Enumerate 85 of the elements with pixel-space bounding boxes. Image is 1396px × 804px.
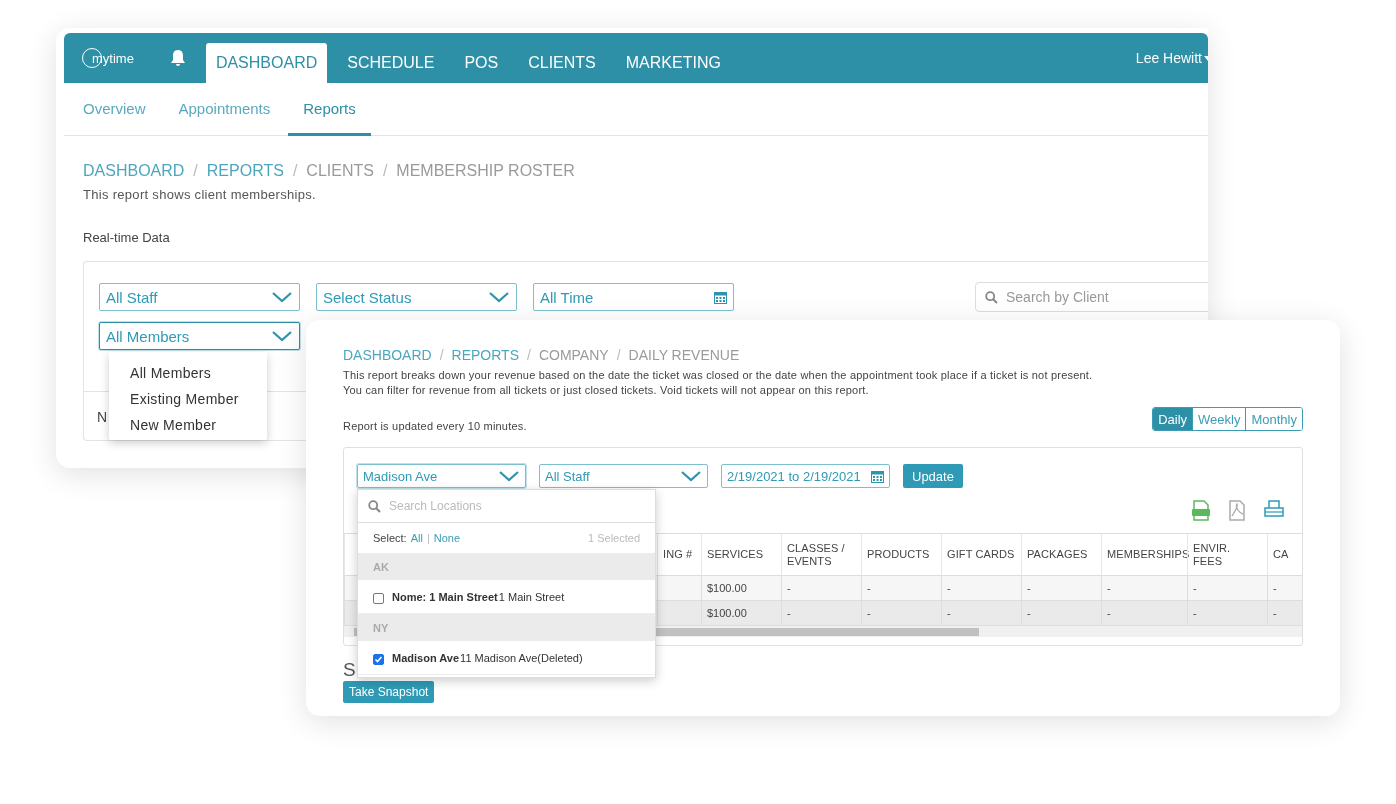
- nav-tab[interactable]: DASHBOARD: [205, 43, 328, 83]
- nav-tab[interactable]: MARKETING: [615, 43, 731, 83]
- member-dropdown[interactable]: All Members: [99, 322, 300, 350]
- selected-count: 1 Selected: [588, 532, 640, 544]
- breadcrumb-separator: /: [439, 347, 444, 363]
- period-toggle-button[interactable]: Daily: [1153, 408, 1193, 430]
- breadcrumb-item: COMPANY: [538, 347, 609, 363]
- date-range-field[interactable]: 2/19/2021 to 2/19/2021: [721, 464, 890, 488]
- search-icon: [368, 500, 381, 513]
- dropdown-option[interactable]: Existing Member: [109, 386, 267, 412]
- report-description: This report shows client memberships.: [83, 187, 317, 202]
- table-cell: -: [1101, 601, 1187, 626]
- table-cell: $100.00: [701, 576, 781, 601]
- nav-tab[interactable]: CLIENTS: [518, 43, 606, 83]
- breadcrumb-separator: /: [292, 161, 298, 181]
- bell-icon[interactable]: [169, 49, 186, 67]
- sub-tab[interactable]: Overview: [68, 83, 161, 136]
- table-cell: -: [861, 601, 941, 626]
- nav-tab[interactable]: SCHEDULE: [337, 43, 445, 83]
- chevron-down-icon: [680, 470, 702, 482]
- chevron-down-icon: [271, 291, 293, 303]
- table-cell: -: [1187, 601, 1267, 626]
- report-description: This report breaks down your revenue based on the date the ticket was closed or the date when the appointment took place if a ticket is not present. You can filter for revenue from all tickets or just closed tickets. Void tickets will not appear on this report.: [343, 368, 1093, 398]
- update-button[interactable]: Update: [903, 464, 963, 488]
- location-dropdown[interactable]: Madison Ave: [357, 464, 526, 488]
- breadcrumb-item: MEMBERSHIP ROSTER: [396, 161, 575, 181]
- breadcrumb-separator: /: [616, 347, 621, 363]
- filter-dropdown[interactable]: All Staff: [99, 283, 300, 311]
- calendar-icon: [871, 469, 884, 483]
- table-cell: -: [861, 576, 941, 601]
- table-cell: -: [1187, 576, 1267, 601]
- csv-file-icon[interactable]: [1192, 500, 1210, 521]
- location-search-field[interactable]: Search Locations: [358, 490, 655, 522]
- dropdown-option[interactable]: All Members: [109, 360, 267, 386]
- sub-tab[interactable]: Reports: [288, 83, 371, 136]
- period-toggle-button[interactable]: Monthly: [1245, 408, 1302, 430]
- table-cell: -: [1267, 601, 1302, 626]
- breadcrumb-separator: /: [527, 347, 531, 363]
- breadcrumb-link[interactable]: DASHBOARD: [83, 161, 185, 181]
- table-cell: -: [941, 601, 1021, 626]
- table-cell: -: [781, 576, 861, 601]
- filter-dropdown[interactable]: All Staff: [539, 464, 708, 488]
- checkbox[interactable]: [373, 592, 384, 604]
- location-option[interactable]: Madison Ave11 Madison Ave(Deleted): [358, 641, 655, 675]
- search-field[interactable]: Search by Client: [975, 282, 1208, 312]
- table-cell: -: [1021, 576, 1101, 601]
- pdf-file-icon[interactable]: [1228, 500, 1246, 521]
- table-cell: -: [941, 576, 1021, 601]
- group-header: NY: [358, 614, 655, 641]
- date-range-field[interactable]: All Time: [533, 283, 734, 311]
- group-header: AK: [358, 553, 655, 580]
- user-menu[interactable]: Lee Hewitt: [1135, 50, 1202, 66]
- dropdown-option[interactable]: New Member: [109, 412, 267, 438]
- update-note: Report is updated every 10 minutes.: [343, 420, 527, 432]
- table-cell: $100.00: [701, 601, 781, 626]
- checkbox[interactable]: [373, 653, 384, 665]
- breadcrumb-link[interactable]: DASHBOARD: [343, 347, 432, 363]
- table-cell: -: [1021, 601, 1101, 626]
- table-cell: -: [1101, 576, 1187, 601]
- breadcrumb-link[interactable]: REPORTS: [451, 347, 519, 363]
- chevron-down-icon: [488, 291, 510, 303]
- link-separator: |: [426, 532, 430, 544]
- table-cell: -: [781, 601, 861, 626]
- sub-tab[interactable]: Appointments: [163, 83, 286, 136]
- chevron-down-icon: [271, 330, 293, 342]
- print-icon[interactable]: [1264, 500, 1284, 518]
- select-all-link[interactable]: All: [410, 532, 423, 544]
- breadcrumb-separator: /: [382, 161, 388, 181]
- table-header-text: N: [97, 409, 108, 425]
- breadcrumb-link[interactable]: REPORTS: [206, 161, 284, 181]
- calendar-icon: [714, 290, 727, 304]
- breadcrumb-separator: /: [193, 161, 198, 181]
- breadcrumb-item: DAILY REVENUE: [628, 347, 740, 363]
- take-snapshot-button[interactable]: Take Snapshot: [343, 681, 435, 703]
- table-cell: -: [1267, 576, 1302, 601]
- chevron-down-icon: [498, 470, 520, 482]
- logo[interactable]: mytime: [82, 33, 134, 83]
- filter-dropdown[interactable]: Select Status: [316, 283, 517, 311]
- select-label: Select:: [373, 532, 407, 544]
- breadcrumb-item: CLIENTS: [306, 161, 374, 181]
- search-icon: [985, 291, 998, 304]
- select-none-link[interactable]: None: [433, 532, 461, 544]
- section-heading: S: [343, 661, 357, 679]
- section-title: Real-time Data: [83, 230, 171, 245]
- nav-tab[interactable]: POS: [454, 43, 509, 83]
